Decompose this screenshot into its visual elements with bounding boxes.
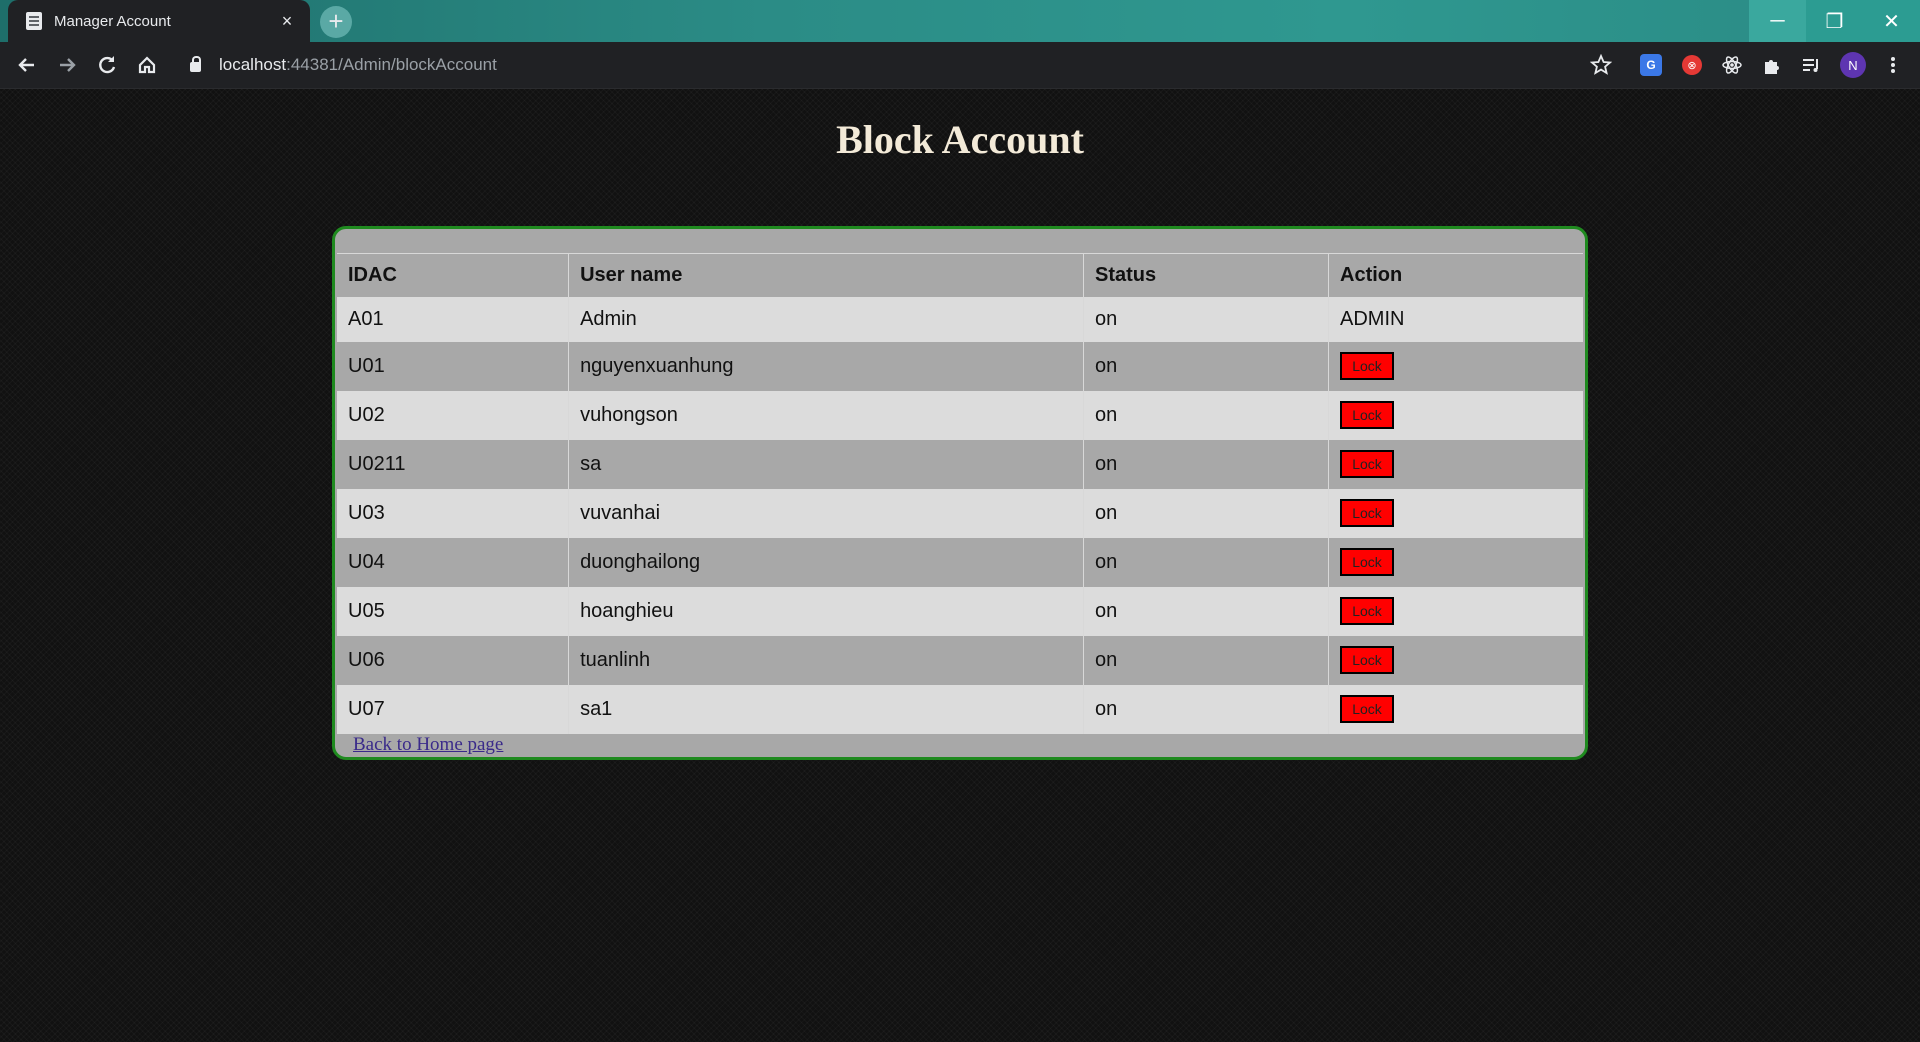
back-to-home-link[interactable]: Back to Home page <box>353 734 503 756</box>
cell-action: Lock <box>1329 391 1584 440</box>
cell-id: U02 <box>337 390 570 440</box>
table-row: U03 vuvanhai on Lock <box>337 488 1584 538</box>
cell-action: Lock <box>1329 587 1584 636</box>
home-icon[interactable] <box>132 50 162 80</box>
menu-icon[interactable] <box>1880 52 1906 78</box>
lock-button[interactable]: Lock <box>1340 499 1394 527</box>
cell-action: Lock <box>1329 440 1584 489</box>
translate-icon[interactable]: G <box>1640 54 1662 76</box>
cell-id: U06 <box>337 635 570 685</box>
cell-status: on <box>1083 341 1330 391</box>
cell-id: U0211 <box>337 439 570 489</box>
lock-button[interactable]: Lock <box>1340 597 1394 625</box>
lock-button[interactable]: Lock <box>1340 401 1394 429</box>
table-row: U07 sa1 on Lock <box>337 684 1584 734</box>
cell-id: U04 <box>337 537 570 587</box>
lock-button[interactable]: Lock <box>1340 352 1394 380</box>
header-status: Status <box>1083 253 1330 297</box>
forward-arrow-icon[interactable] <box>52 50 82 80</box>
tab-bar: Manager Account × + ─ ❐ ✕ <box>0 0 1920 42</box>
cell-id: U07 <box>337 684 570 734</box>
table-row: U01 nguyenxuanhung on Lock <box>337 341 1584 391</box>
cell-username: nguyenxuanhung <box>568 341 1084 391</box>
page-content: Block Account IDAC User name Status Acti… <box>0 89 1920 1042</box>
tab-close-icon[interactable]: × <box>278 11 296 32</box>
cell-action: Lock <box>1329 636 1584 685</box>
cell-status: on <box>1083 439 1330 489</box>
cell-username: sa <box>568 439 1084 489</box>
window-minimize-button[interactable]: ─ <box>1749 0 1806 42</box>
table-row: U04 duonghailong on Lock <box>337 537 1584 587</box>
browser-toolbar: localhost:44381/Admin/blockAccount G ⊗ N <box>0 42 1920 89</box>
cell-username: sa1 <box>568 684 1084 734</box>
table-row: U02 vuhongson on Lock <box>337 390 1584 440</box>
profile-avatar[interactable]: N <box>1840 52 1866 78</box>
page-title: Block Account <box>836 117 1084 162</box>
url-text: localhost:44381/Admin/blockAccount <box>219 55 497 75</box>
cell-action: Lock <box>1329 538 1584 587</box>
back-arrow-icon[interactable] <box>12 50 42 80</box>
cell-action: Lock <box>1329 342 1584 391</box>
cell-status: on <box>1083 488 1330 538</box>
star-icon[interactable] <box>1588 52 1614 78</box>
cell-id: U01 <box>337 341 570 391</box>
puzzle-icon[interactable] <box>1759 52 1785 78</box>
cell-username: hoanghieu <box>568 586 1084 636</box>
cell-status: on <box>1083 390 1330 440</box>
header-action: Action <box>1340 263 1403 286</box>
cell-username: duonghailong <box>568 537 1084 587</box>
table-row: A01 Admin on ADMIN <box>337 296 1583 342</box>
table-header-row: IDAC User name Status Action <box>337 253 1583 297</box>
cell-id: U03 <box>337 488 570 538</box>
cell-action-admin: ADMIN <box>1340 307 1405 330</box>
react-devtools-icon[interactable] <box>1719 52 1745 78</box>
lock-button[interactable]: Lock <box>1340 646 1394 674</box>
lock-button[interactable]: Lock <box>1340 548 1394 576</box>
reading-list-icon[interactable] <box>1798 52 1824 78</box>
accounts-panel: IDAC User name Status Action A01 Admin o… <box>332 226 1588 760</box>
header-username: User name <box>568 253 1084 297</box>
browser-tab[interactable]: Manager Account × <box>8 0 310 42</box>
cell-status: on <box>1083 586 1330 636</box>
cell-username: tuanlinh <box>568 635 1084 685</box>
tab-title: Manager Account <box>54 12 171 30</box>
accounts-table: IDAC User name Status Action A01 Admin o… <box>337 253 1583 734</box>
lock-icon[interactable] <box>190 56 201 72</box>
new-tab-button[interactable]: + <box>320 6 352 38</box>
header-idac: IDAC <box>337 253 570 297</box>
cell-username: vuhongson <box>568 390 1084 440</box>
cell-status: on <box>1083 684 1330 734</box>
cell-action: Lock <box>1329 685 1584 734</box>
lock-button[interactable]: Lock <box>1340 695 1394 723</box>
table-row: U05 hoanghieu on Lock <box>337 586 1584 636</box>
cell-status: on <box>1083 296 1330 342</box>
window-close-button[interactable]: ✕ <box>1863 0 1920 42</box>
cell-action: Lock <box>1329 489 1584 538</box>
cell-status: on <box>1083 635 1330 685</box>
url-host: localhost <box>219 55 287 74</box>
page-favicon-icon <box>26 12 42 30</box>
cell-status: on <box>1083 537 1330 587</box>
table-row: U06 tuanlinh on Lock <box>337 635 1584 685</box>
window-maximize-button[interactable]: ❐ <box>1806 0 1863 42</box>
table-row: U0211 sa on Lock <box>337 439 1584 489</box>
url-path: :44381/Admin/blockAccount <box>286 55 497 74</box>
address-bar[interactable]: localhost:44381/Admin/blockAccount <box>176 48 1606 82</box>
cell-username: Admin <box>568 296 1084 342</box>
cell-id: U05 <box>337 586 570 636</box>
extension-red-icon[interactable]: ⊗ <box>1682 55 1702 75</box>
reload-icon[interactable] <box>92 50 122 80</box>
cell-id: A01 <box>337 296 570 342</box>
lock-button[interactable]: Lock <box>1340 450 1394 478</box>
cell-username: vuvanhai <box>568 488 1084 538</box>
